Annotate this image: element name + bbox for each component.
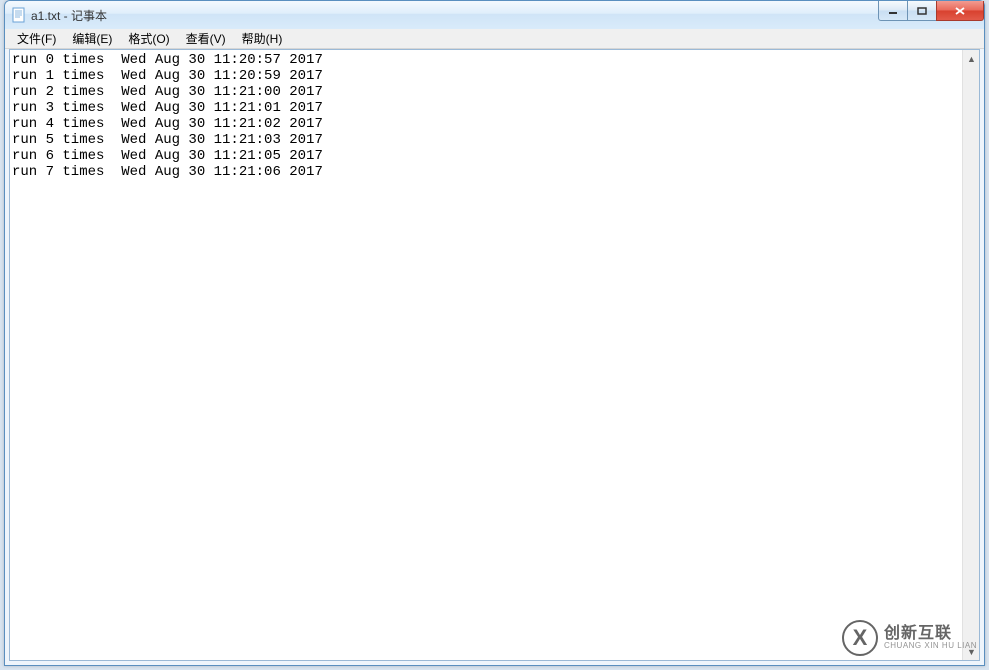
- notepad-icon: [11, 7, 27, 23]
- client-area: run 0 times Wed Aug 30 11:20:57 2017 run…: [9, 49, 980, 661]
- scroll-up-icon[interactable]: ▲: [963, 50, 980, 67]
- vertical-scrollbar[interactable]: ▲ ▼: [962, 50, 979, 660]
- menu-file[interactable]: 文件(F): [9, 28, 64, 49]
- notepad-window: a1.txt - 记事本 文件(F) 编辑(E) 格式(O) 查看(V) 帮助(…: [4, 0, 985, 666]
- close-button[interactable]: [936, 1, 984, 21]
- menu-help[interactable]: 帮助(H): [234, 28, 291, 49]
- window-controls: [879, 1, 984, 21]
- menu-format[interactable]: 格式(O): [120, 28, 177, 49]
- menu-edit[interactable]: 编辑(E): [64, 28, 120, 49]
- client-wrap: run 0 times Wed Aug 30 11:20:57 2017 run…: [5, 49, 984, 665]
- maximize-button[interactable]: [907, 1, 937, 21]
- menu-view[interactable]: 查看(V): [178, 28, 234, 49]
- text-area[interactable]: run 0 times Wed Aug 30 11:20:57 2017 run…: [10, 50, 962, 660]
- menubar: 文件(F) 编辑(E) 格式(O) 查看(V) 帮助(H): [5, 29, 984, 49]
- minimize-button[interactable]: [878, 1, 908, 21]
- window-title: a1.txt - 记事本: [31, 7, 107, 24]
- scroll-down-icon[interactable]: ▼: [963, 643, 980, 660]
- titlebar[interactable]: a1.txt - 记事本: [5, 1, 984, 29]
